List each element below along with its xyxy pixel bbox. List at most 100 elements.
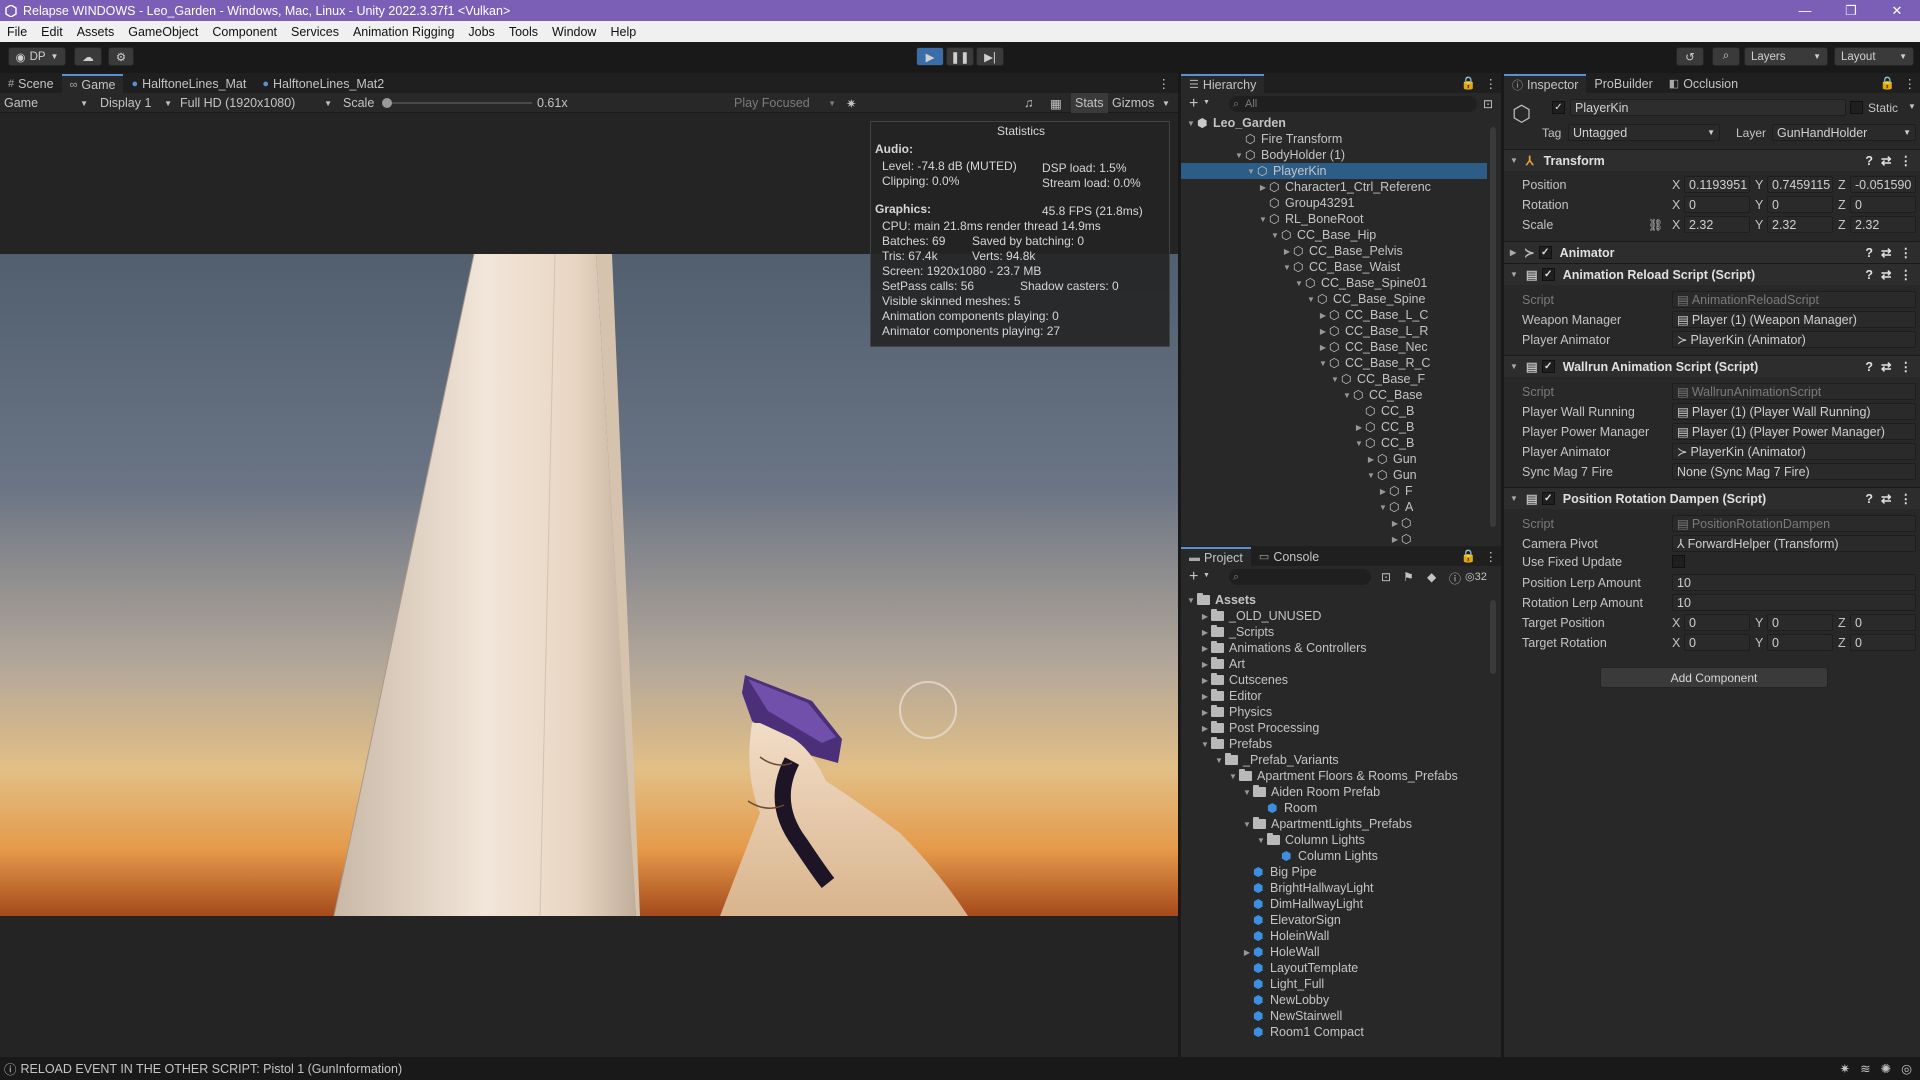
foldout-arrow-icon[interactable]: ▼ [1185, 596, 1197, 605]
help-icon[interactable]: ? [1865, 360, 1873, 374]
tab-probuilder[interactable]: ProBuilder [1586, 74, 1660, 93]
dampen-script-header[interactable]: ▼ ▤ ✓ Position Rotation Dampen (Script) … [1504, 487, 1920, 509]
project-row[interactable]: ▶ Art [1199, 656, 1245, 672]
foldout-arrow-icon[interactable]: ▶ [1377, 487, 1389, 496]
project-row[interactable]: ⬢ Room1 Compact [1241, 1024, 1364, 1040]
hierarchy-row[interactable]: ▼ ⬡ CC_Base_F [1329, 371, 1485, 387]
kebab-menu-icon[interactable]: ⋮ [1900, 74, 1920, 93]
close-button[interactable]: ✕ [1874, 3, 1920, 19]
foldout-arrow-icon[interactable]: ▼ [1269, 231, 1281, 240]
cache-icon[interactable]: ◎ [1901, 1061, 1912, 1076]
hierarchy-row[interactable]: ▶ ⬡ CC_Base_L_C [1317, 307, 1485, 323]
hierarchy-row[interactable]: ▼ ⬡ CC_Base_Spine01 [1293, 275, 1485, 291]
menu-services[interactable]: Services [284, 25, 346, 39]
project-row[interactable]: ⬢ ElevatorSign [1241, 912, 1341, 928]
player-animator-field[interactable]: ≻ PlayerKin (Animator) [1672, 331, 1916, 348]
camera-pivot-field[interactable]: ⅄ ForwardHelper (Transform) [1672, 535, 1916, 552]
foldout-arrow-icon[interactable]: ▼ [1255, 836, 1267, 845]
search-by-label-icon[interactable]: ⚑ [1403, 570, 1414, 584]
foldout-arrow-icon[interactable]: ▼ [1199, 740, 1211, 749]
foldout-arrow-icon[interactable]: ▼ [1227, 772, 1239, 781]
player-wall-running-field[interactable]: ▤ Player (1) (Player Wall Running) [1672, 403, 1916, 420]
foldout-arrow-icon[interactable]: ▼ [1329, 375, 1341, 384]
project-row[interactable]: ⬢ NewLobby [1241, 992, 1329, 1008]
foldout-arrow-icon[interactable]: ▼ [1281, 263, 1293, 272]
hierarchy-row[interactable]: ▶ ⬡ CC_Base_Pelvis [1281, 243, 1485, 259]
active-checkbox[interactable]: ✓ [1552, 101, 1565, 114]
tag-dropdown[interactable]: Untagged ▼ [1568, 124, 1720, 141]
undo-history-button[interactable]: ↺ [1676, 47, 1704, 66]
animator-header[interactable]: ▶ ≻ ✓ Animator ? ⇄ ⋮ [1504, 241, 1920, 263]
step-button[interactable]: ▶| [976, 47, 1004, 66]
foldout-arrow-icon[interactable]: ▼ [1305, 295, 1317, 304]
hierarchy-row[interactable]: ▼ ⬡ CC_Base_Waist [1281, 259, 1485, 275]
hierarchy-row[interactable]: ▶ ⬡ [1389, 531, 1485, 547]
component-checkbox[interactable]: ✓ [1541, 360, 1555, 373]
foldout-arrow-icon[interactable]: ▶ [1257, 183, 1269, 192]
project-row[interactable]: ▼ Aiden Room Prefab [1241, 784, 1380, 800]
bug-icon[interactable]: ✷ [846, 93, 856, 113]
foldout-arrow-icon[interactable]: ▶ [1389, 535, 1401, 544]
sync-mag7-fire-field[interactable]: None (Sync Mag 7 Fire) [1672, 463, 1916, 480]
menu-file[interactable]: File [0, 25, 34, 39]
menu-help[interactable]: Help [603, 25, 643, 39]
project-row[interactable]: ⬢ Column Lights [1269, 848, 1378, 864]
display-dropdown[interactable]: Display 1 ▼ [100, 93, 172, 113]
link-icon[interactable]: ⛓ [1648, 218, 1663, 232]
help-icon[interactable]: ? [1865, 246, 1873, 260]
hierarchy-row[interactable]: ▶ ⬡ Gun [1365, 451, 1485, 467]
hierarchy-row[interactable]: ⬡ Group43291 [1257, 195, 1485, 211]
foldout-arrow-icon[interactable]: ▼ [1245, 167, 1257, 176]
menu-tools[interactable]: Tools [502, 25, 545, 39]
kebab-menu-icon[interactable]: ⋮ [1150, 74, 1179, 93]
audio-mute-icon[interactable]: ♫ [1024, 93, 1033, 113]
foldout-arrow-icon[interactable]: ▶ [1199, 708, 1211, 717]
project-row[interactable]: ▶ Post Processing [1199, 720, 1319, 736]
target-position-x-field[interactable]: 0 [1684, 614, 1750, 631]
project-row[interactable]: ⬢ Room [1255, 800, 1317, 816]
add-component-button[interactable]: Add Component [1600, 667, 1828, 688]
menu-animation-rigging[interactable]: Animation Rigging [346, 25, 461, 39]
component-checkbox[interactable]: ✓ [1538, 246, 1552, 259]
account-dropdown[interactable]: ◉ DP ▼ [8, 47, 66, 66]
hierarchy-row[interactable]: ▼ ⬡ CC_Base_Hip [1269, 227, 1485, 243]
preset-icon[interactable]: ⇄ [1881, 245, 1891, 260]
project-row[interactable]: ▶ Physics [1199, 704, 1272, 720]
chevron-down-icon[interactable]: ▼ [1162, 93, 1170, 113]
scale-x-field[interactable]: 2.32 [1684, 216, 1750, 233]
cloud-button[interactable]: ☁ [74, 47, 102, 66]
wallrun-script-header[interactable]: ▼ ▤ ✓ Wallrun Animation Script (Script) … [1504, 355, 1920, 377]
foldout-arrow-icon[interactable]: ▼ [1257, 215, 1269, 224]
static-checkbox[interactable] [1850, 101, 1863, 114]
foldout-arrow-icon[interactable]: ▼ [1365, 471, 1377, 480]
project-row[interactable]: ▼ Assets [1185, 592, 1256, 608]
foldout-arrow-icon[interactable]: ▶ [1353, 423, 1365, 432]
project-row[interactable]: ⬢ Big Pipe [1241, 864, 1317, 880]
help-icon[interactable]: ? [1865, 492, 1873, 506]
help-icon[interactable]: ? [1865, 268, 1873, 282]
project-row[interactable]: ▼ Column Lights [1255, 832, 1365, 848]
target-rotation-y-field[interactable]: 0 [1767, 634, 1833, 651]
kebab-menu-icon[interactable]: ⋮ [1900, 359, 1913, 374]
tag-icon[interactable]: ◆ [1427, 570, 1436, 584]
play-focused-dropdown[interactable]: Play Focused ▼ [734, 93, 836, 113]
kebab-menu-icon[interactable]: ⋮ [1900, 153, 1913, 168]
play-button[interactable]: ▶ [916, 47, 944, 66]
scale-slider[interactable] [382, 93, 532, 113]
pause-button[interactable]: ❚❚ [946, 47, 974, 66]
hierarchy-row[interactable]: ▼ ⬡ CC_Base [1341, 387, 1485, 403]
hierarchy-row[interactable]: ▼ ⬡ CC_Base_Spine [1305, 291, 1485, 307]
stats-toggle[interactable]: Stats [1071, 93, 1108, 113]
transform-header[interactable]: ▼ ⅄ Transform ? ⇄ ⋮ [1504, 149, 1920, 171]
scale-z-field[interactable]: 2.32 [1850, 216, 1916, 233]
foldout-arrow-icon[interactable]: ▼ [1353, 439, 1365, 448]
tab-halftone-mat[interactable]: ● HalftoneLines_Mat [123, 74, 254, 93]
hierarchy-row[interactable]: ▼ ⬢ Leo_Garden [1185, 115, 1485, 131]
status-message[interactable]: RELOAD EVENT IN THE OTHER SCRIPT: Pistol… [21, 1062, 403, 1076]
tab-game[interactable]: ∞ Game [61, 74, 124, 93]
player-animator-field[interactable]: ≻ PlayerKin (Animator) [1672, 443, 1916, 460]
hierarchy-row[interactable]: ▼ ⬡ RL_BoneRoot [1257, 211, 1485, 227]
search-button[interactable]: ⌕ [1712, 47, 1740, 66]
project-row[interactable]: ▶ _Scripts [1199, 624, 1274, 640]
search-by-type-icon[interactable]: ⊡ [1381, 570, 1391, 584]
